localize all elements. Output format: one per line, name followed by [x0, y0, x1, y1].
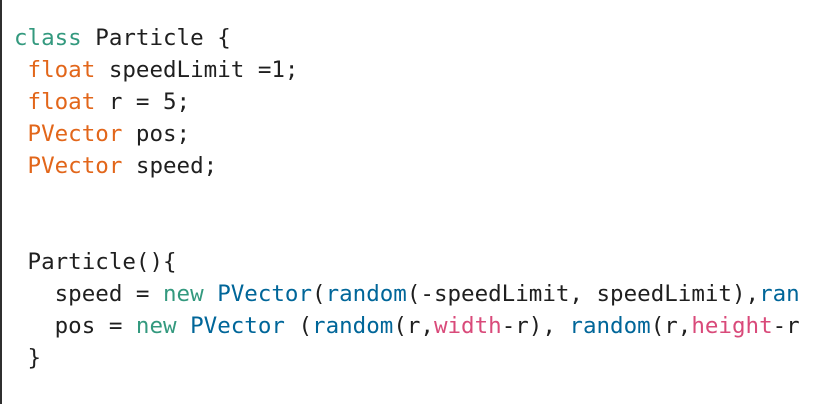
type-token: float	[27, 89, 96, 115]
code-editor[interactable]: class Particle { float speedLimit =1; fl…	[0, 0, 824, 404]
code-text: pos =	[14, 313, 136, 339]
code-text: (r,	[650, 313, 692, 339]
code-text: Particle {	[81, 25, 231, 51]
class-name-token: PVector	[217, 281, 313, 307]
type-token: float	[27, 57, 96, 83]
builtin-variable-token: width	[433, 313, 502, 339]
type-token: PVector	[27, 121, 123, 147]
code-line[interactable]: }	[14, 342, 824, 374]
code-line[interactable]: PVector pos;	[14, 118, 824, 150]
builtin-variable-token: height	[691, 313, 773, 339]
code-line[interactable]: float r = 5;	[14, 86, 824, 118]
new-keyword-token: new	[135, 313, 177, 339]
code-line[interactable]: PVector speed;	[14, 150, 824, 182]
code-text: (r,	[393, 313, 434, 339]
code-line[interactable]	[14, 214, 824, 246]
type-token: PVector	[27, 153, 123, 179]
code-text: -r	[772, 313, 800, 339]
code-line[interactable]: class Particle {	[14, 22, 824, 54]
new-keyword-token: new	[163, 281, 204, 307]
code-text: speed;	[122, 153, 218, 179]
function-call-token: random	[325, 281, 407, 307]
function-call-token: ran	[759, 281, 800, 307]
code-text: pos;	[122, 121, 191, 147]
code-text: speedLimit =1;	[95, 57, 299, 83]
code-line[interactable]: pos = new PVector (random(r,width-r), ra…	[14, 310, 824, 342]
code-text: (	[284, 313, 313, 339]
function-call-token: random	[312, 313, 394, 339]
code-text: (	[312, 281, 326, 307]
code-line[interactable]: Particle(){	[14, 246, 824, 278]
editor-left-border	[0, 0, 2, 404]
function-call-token: random	[569, 313, 651, 339]
code-text: (-speedLimit, speedLimit),	[406, 281, 760, 307]
code-text: speed =	[14, 281, 164, 307]
code-area[interactable]: class Particle { float speedLimit =1; fl…	[14, 22, 824, 374]
class-name-token: PVector	[190, 313, 285, 339]
keyword-token: class	[14, 25, 82, 51]
code-line[interactable]: speed = new PVector(random(-speedLimit, …	[14, 278, 824, 310]
code-line[interactable]	[14, 182, 824, 214]
code-text: Particle(){	[14, 249, 177, 275]
code-line[interactable]: float speedLimit =1;	[14, 54, 824, 86]
code-text: -r),	[501, 313, 570, 339]
code-text: r = 5;	[95, 89, 191, 115]
code-text: }	[14, 345, 42, 371]
